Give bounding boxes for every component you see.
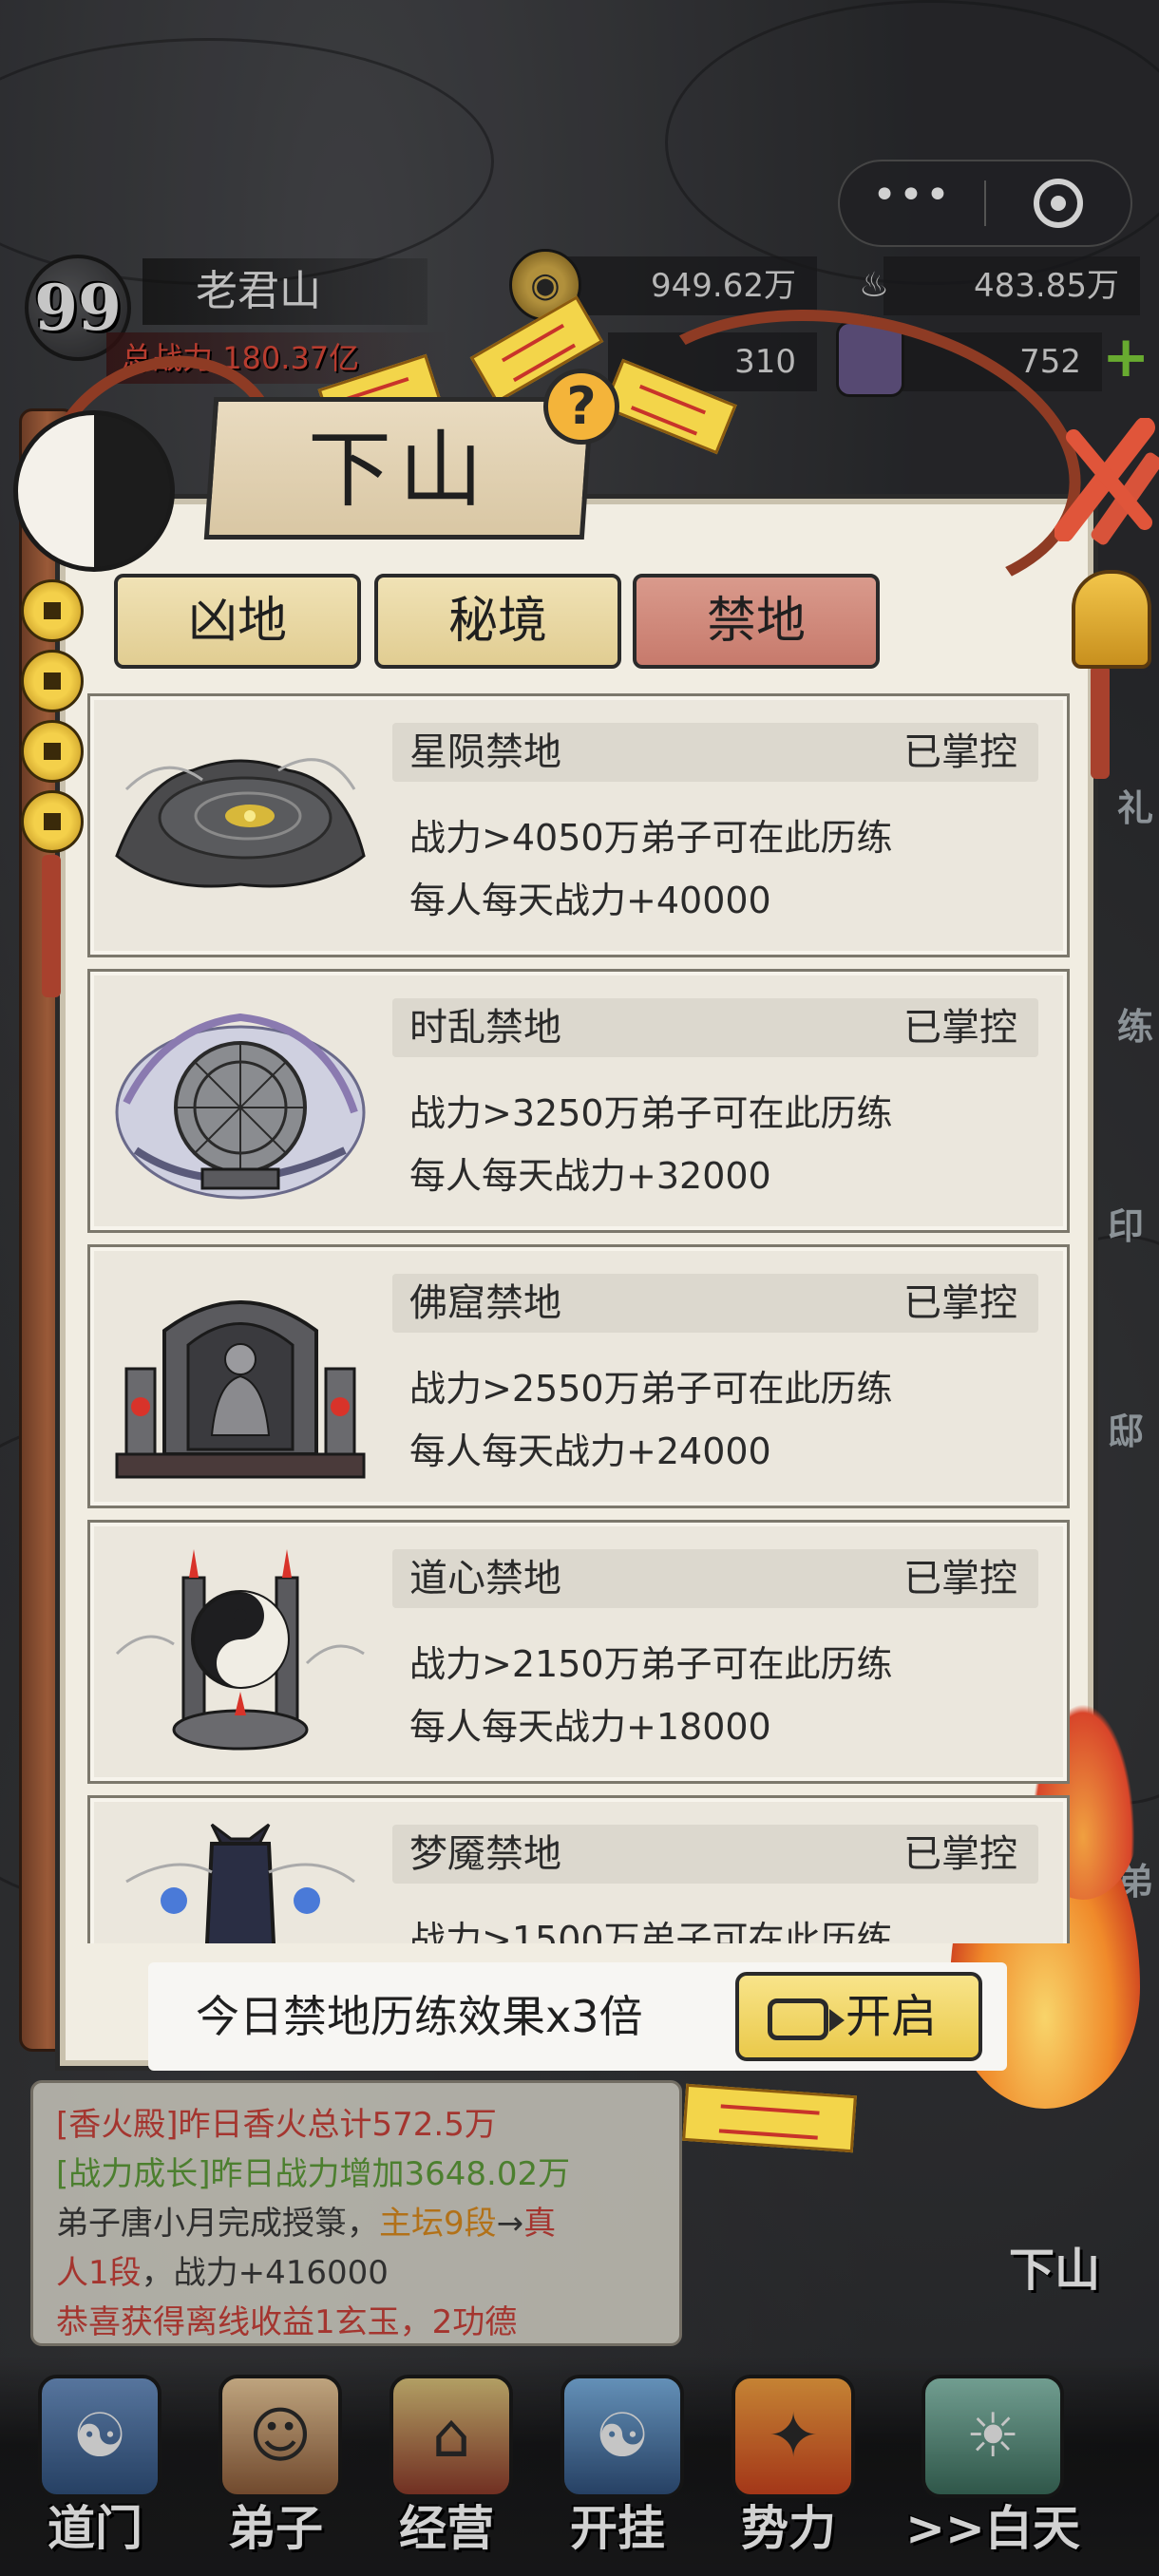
- list-item[interactable]: 梦魇禁地 已掌控 战力>1500万弟子可在此历练: [87, 1795, 1070, 1943]
- item-requirement: 战力>1500万弟子可在此历练: [409, 1919, 893, 1943]
- list-item[interactable]: 星陨禁地 已掌控 战力>4050万弟子可在此历练 每人每天战力+40000: [87, 693, 1070, 957]
- item-name: 星陨禁地: [409, 730, 561, 774]
- item-status: 已掌控: [903, 1006, 1017, 1050]
- item-name: 时乱禁地: [409, 1006, 561, 1050]
- item-requirement: 战力>2550万弟子可在此历练: [409, 1368, 893, 1410]
- close-button[interactable]: [1054, 417, 1159, 542]
- promo-bar: 今日禁地历练效果x3倍 开启: [148, 1962, 1007, 2071]
- yinyang-icon: [13, 410, 175, 572]
- item-name: 佛窟禁地: [409, 1281, 561, 1325]
- item-requirement: 战力>2150万弟子可在此历练: [409, 1643, 893, 1685]
- tassel-decoration: [42, 855, 61, 997]
- item-status: 已掌控: [903, 1557, 1017, 1601]
- open-boost-button[interactable]: 开启: [735, 1972, 982, 2061]
- open-label: 开启: [846, 1990, 938, 2043]
- tab-mijing[interactable]: 秘境: [374, 574, 621, 669]
- list-item[interactable]: 道心禁地 已掌控 战力>2150万弟子可在此历练 每人每天战力+18000: [87, 1520, 1070, 1784]
- time-wheel-icon: [115, 1013, 366, 1200]
- promo-text: 今日禁地历练效果x3倍: [196, 1991, 643, 2042]
- dialog-title: 下山: [307, 421, 490, 519]
- coin-charm-icon: [21, 579, 84, 642]
- forbidden-land-list: 星陨禁地 已掌控 战力>4050万弟子可在此历练 每人每天战力+40000 时乱…: [87, 691, 1075, 1943]
- item-reward: 每人每天战力+18000: [409, 1706, 771, 1748]
- nightmare-statue-icon: [125, 1823, 355, 1943]
- tab-xiongdi[interactable]: 凶地: [114, 574, 361, 669]
- item-name: 梦魇禁地: [409, 1832, 561, 1876]
- item-name: 道心禁地: [409, 1557, 561, 1601]
- item-reward: 每人每天战力+40000: [409, 880, 771, 921]
- video-ad-icon: [768, 1998, 845, 2040]
- item-reward: 每人每天战力+24000: [409, 1430, 771, 1472]
- item-reward: 每人每天战力+32000: [409, 1155, 771, 1197]
- item-status: 已掌控: [903, 730, 1017, 774]
- coin-charm-icon: [21, 650, 84, 712]
- close-icon: [1054, 417, 1155, 542]
- galaxy-vortex-icon: [115, 758, 366, 888]
- list-item[interactable]: 佛窟禁地 已掌控 战力>2550万弟子可在此历练 每人每天战力+24000: [87, 1244, 1070, 1508]
- item-status: 已掌控: [903, 1281, 1017, 1325]
- item-requirement: 战力>4050万弟子可在此历练: [409, 817, 893, 859]
- help-button[interactable]: ?: [543, 369, 619, 445]
- item-requirement: 战力>3250万弟子可在此历练: [409, 1092, 893, 1134]
- buddha-shrine-icon: [115, 1300, 366, 1479]
- tab-jindi[interactable]: 禁地: [633, 574, 880, 669]
- coin-charm-icon: [21, 720, 84, 783]
- talisman-decoration: [682, 2083, 857, 2153]
- coin-charm-icon: [21, 790, 84, 853]
- bell-icon: [1072, 570, 1151, 669]
- item-status: 已掌控: [903, 1832, 1017, 1876]
- yinyang-altar-icon: [115, 1549, 365, 1751]
- list-item[interactable]: 时乱禁地 已掌控 战力>3250万弟子可在此历练 每人每天战力+32000: [87, 969, 1070, 1233]
- tassel-decoration: [1091, 665, 1110, 779]
